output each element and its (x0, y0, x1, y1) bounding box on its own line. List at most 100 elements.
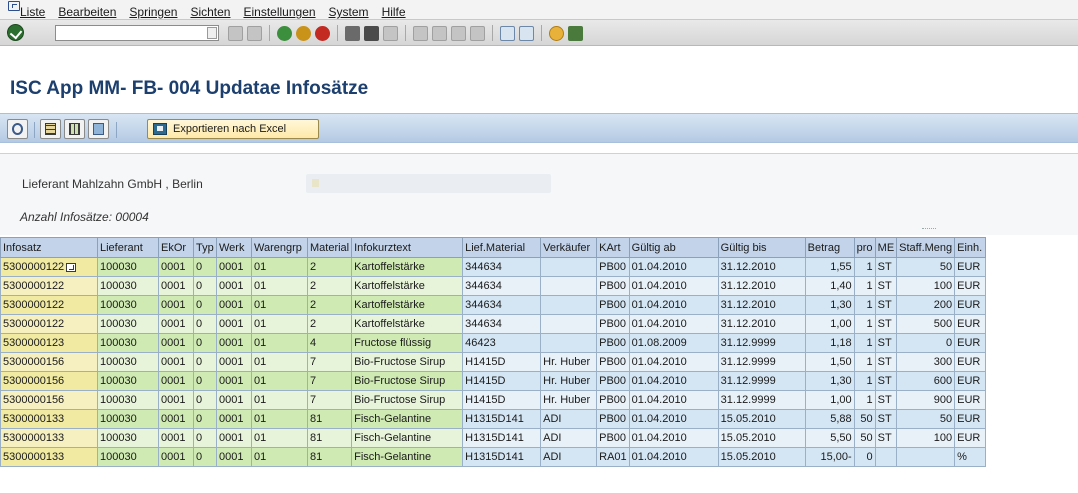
table-cell[interactable]: 1 (853, 333, 876, 353)
column-header[interactable]: Betrag (804, 237, 855, 258)
enter-check-icon[interactable] (7, 24, 24, 41)
table-row[interactable]: 5300000133 100030 0001 0 0001 01 81 Fisch-Gelan… (0, 409, 987, 429)
table-cell[interactable]: 50 (853, 428, 876, 448)
table-cell[interactable]: 1 (853, 257, 876, 277)
table-cell[interactable]: 100030 (97, 314, 159, 334)
table-cell[interactable]: 0001 (158, 295, 194, 315)
table-cell[interactable]: 01 (251, 276, 308, 296)
table-cell[interactable]: 0001 (158, 276, 194, 296)
table-cell[interactable]: 0001 (216, 295, 252, 315)
table-cell[interactable]: 100030 (97, 371, 159, 391)
table-cell[interactable]: H1415D (462, 352, 542, 372)
table-cell[interactable]: PB00 (596, 371, 630, 391)
table-cell[interactable]: 01 (251, 447, 308, 467)
table-cell[interactable]: H1415D (462, 371, 542, 391)
table-cell[interactable]: 100030 (97, 257, 159, 277)
resize-handle[interactable] (922, 228, 936, 230)
table-cell[interactable]: 0001 (216, 333, 252, 353)
table-cell[interactable]: 2 (306, 295, 353, 315)
table-cell[interactable]: 81 (306, 409, 353, 429)
shortcut-icon[interactable] (519, 25, 534, 41)
table-cell[interactable]: 1,55 (804, 257, 855, 277)
table-cell[interactable]: EUR (954, 295, 987, 315)
table-cell[interactable]: 100030 (97, 409, 159, 429)
table-cell[interactable]: 0 (193, 447, 217, 467)
table-cell[interactable]: 01 (251, 371, 308, 391)
table-cell[interactable]: PB00 (596, 257, 630, 277)
table-cell[interactable]: 5300000156 (0, 352, 98, 372)
value-help-icon[interactable] (66, 262, 77, 272)
table-row[interactable]: 5300000133 100030 0001 0 0001 01 81 Fisch-Gelan… (0, 447, 987, 467)
table-cell[interactable]: 344634 (462, 295, 542, 315)
table-cell[interactable]: EUR (954, 390, 987, 410)
table-cell[interactable]: 31.12.9999 (717, 371, 806, 391)
table-cell[interactable]: 01 (251, 257, 308, 277)
table-cell[interactable]: 100030 (97, 447, 159, 467)
table-cell[interactable]: 5300000133 (0, 447, 98, 467)
table-cell[interactable]: Fisch-Gelantine (351, 447, 464, 467)
column-header[interactable]: Lief.Material (462, 237, 542, 258)
menu-einstellungen[interactable]: Einstellungen (243, 5, 315, 19)
back-icon[interactable] (277, 25, 292, 41)
table-cell[interactable]: 5300000122 (0, 257, 98, 277)
table-cell[interactable]: 100030 (97, 276, 159, 296)
table-cell[interactable]: 900 (896, 390, 956, 410)
table-cell[interactable]: 31.12.2010 (717, 314, 806, 334)
table-cell[interactable]: 5,88 (804, 409, 855, 429)
table-cell[interactable]: 5300000133 (0, 409, 98, 429)
column-header[interactable]: ME (874, 237, 898, 258)
table-cell[interactable]: 01.04.2010 (628, 447, 719, 467)
column-header[interactable]: Gültig ab (628, 237, 719, 258)
table-cell[interactable]: 31.12.9999 (717, 333, 806, 353)
menu-system[interactable]: System (329, 5, 369, 19)
table-cell[interactable]: H1315D141 (462, 409, 542, 429)
table-cell[interactable]: Fisch-Gelantine (351, 409, 464, 429)
table-cell[interactable]: EUR (954, 257, 987, 277)
table-cell[interactable]: 31.12.2010 (717, 276, 806, 296)
table-row[interactable]: 5300000122 100030 0001 0 0001 01 2 Kartoffelstä… (0, 276, 987, 296)
table-cell[interactable]: PB00 (596, 276, 630, 296)
table-cell[interactable]: ST (874, 352, 898, 372)
table-cell[interactable]: 100030 (97, 295, 159, 315)
table-cell[interactable]: ST (874, 390, 898, 410)
last-page-icon[interactable] (470, 25, 485, 41)
table-cell[interactable]: 0 (193, 409, 217, 429)
table-cell[interactable]: 0001 (158, 371, 194, 391)
table-cell[interactable]: 5300000123 (0, 333, 98, 353)
table-cell[interactable] (896, 447, 956, 467)
table-cell[interactable]: 1 (853, 390, 876, 410)
column-header[interactable]: Gültig bis (717, 237, 806, 258)
table-cell[interactable]: PB00 (596, 333, 630, 353)
table-cell[interactable]: 01 (251, 409, 308, 429)
table-cell[interactable]: Fisch-Gelantine (351, 428, 464, 448)
table-cell[interactable]: 2 (306, 276, 353, 296)
table-cell[interactable]: 0 (193, 333, 217, 353)
table-cell[interactable]: 0001 (158, 447, 194, 467)
column-header[interactable]: Einh. (954, 237, 987, 258)
table-cell[interactable]: 0001 (216, 390, 252, 410)
table-row[interactable]: 5300000122 100030 0001 0 0001 01 2 Kartoffelstä… (0, 257, 987, 277)
table-cell[interactable]: 0001 (216, 371, 252, 391)
table-cell[interactable]: 01.08.2009 (628, 333, 719, 353)
table-cell[interactable]: PB00 (596, 428, 630, 448)
table-row[interactable]: 5300000122 100030 0001 0 0001 01 2 Kartoffelstä… (0, 295, 987, 315)
table-cell[interactable]: 46423 (462, 333, 542, 353)
table-cell[interactable]: 01.04.2010 (628, 257, 719, 277)
table-row[interactable]: 5300000156 100030 0001 0 0001 01 7 Bio-Fructose… (0, 352, 987, 372)
table-cell[interactable]: 0 (193, 428, 217, 448)
table-cell[interactable]: 31.12.2010 (717, 295, 806, 315)
table-cell[interactable]: 01.04.2010 (628, 371, 719, 391)
table-cell[interactable]: PB00 (596, 390, 630, 410)
table-cell[interactable]: 1 (853, 352, 876, 372)
table-cell[interactable]: 31.12.9999 (717, 352, 806, 372)
table-cell[interactable]: 1,30 (804, 371, 855, 391)
table-cell[interactable]: PB00 (596, 295, 630, 315)
table-cell[interactable]: Kartoffelstärke (351, 276, 464, 296)
column-header[interactable]: Material (306, 237, 353, 258)
table-cell[interactable]: ST (874, 257, 898, 277)
table-cell[interactable]: Kartoffelstärke (351, 257, 464, 277)
table-cell[interactable]: ST (874, 295, 898, 315)
table-cell[interactable]: 15,00- (804, 447, 855, 467)
table-cell[interactable]: 500 (896, 314, 956, 334)
table-cell[interactable]: 300 (896, 352, 956, 372)
